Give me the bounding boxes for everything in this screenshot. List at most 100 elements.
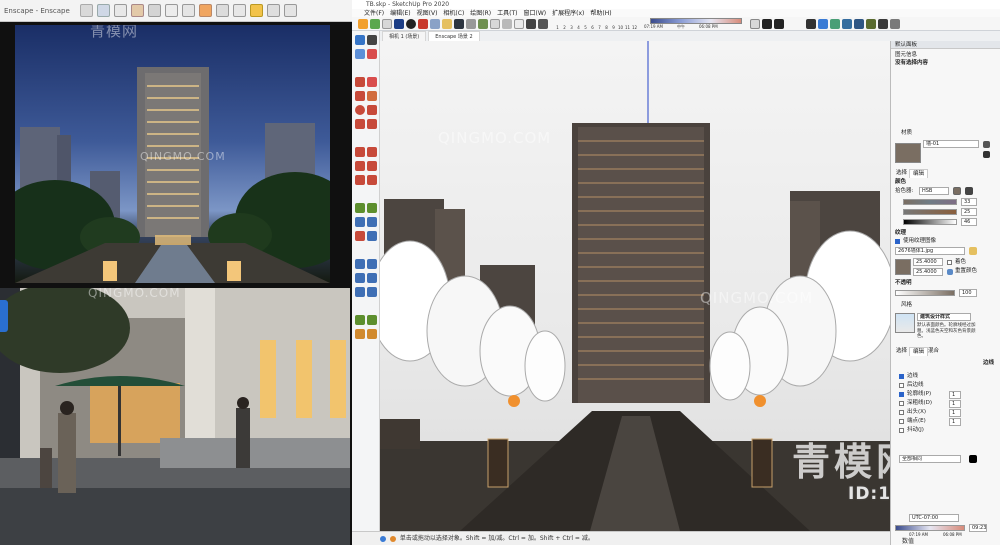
cloud-icon[interactable] [514, 18, 524, 29]
zoom-window-tool-icon[interactable] [367, 273, 377, 283]
arc2-tool-icon[interactable] [355, 119, 365, 129]
hue-slider[interactable] [903, 199, 957, 205]
materials-header[interactable]: 材质 [901, 129, 912, 137]
paint-icon[interactable] [418, 18, 428, 29]
cube-icon[interactable] [866, 18, 876, 29]
extension-checkbox[interactable] [899, 410, 904, 415]
paint-tool-icon[interactable] [367, 49, 377, 59]
arc-tool-icon[interactable] [367, 77, 377, 87]
material-name-field[interactable]: 墙-01 [923, 140, 979, 148]
component-tool-icon[interactable] [355, 49, 365, 59]
materials-tab-edit[interactable]: 编辑 [909, 169, 929, 178]
profiles-width-field[interactable]: 1 [949, 391, 961, 399]
freehand-tool-icon[interactable] [367, 91, 377, 101]
orbit-icon[interactable] [818, 18, 828, 29]
eraser-tool-icon[interactable] [367, 35, 377, 45]
line-tool-icon[interactable] [355, 77, 365, 87]
model-icon[interactable] [774, 18, 784, 29]
saturation-slider[interactable] [903, 209, 957, 215]
fit-icon[interactable] [113, 4, 127, 17]
geo-icon[interactable] [389, 535, 396, 542]
enscape-render-view[interactable]: 青模网 QINGMO.COM [15, 25, 330, 283]
capture-icon[interactable] [130, 4, 144, 17]
refresh-icon[interactable] [370, 18, 380, 29]
db-icon[interactable] [478, 18, 488, 29]
shadow-time-field[interactable]: 09:23 [969, 524, 987, 532]
cube-icon[interactable] [198, 4, 212, 17]
pushpull-tool-icon[interactable] [367, 147, 377, 157]
target-icon[interactable] [406, 18, 416, 29]
section-tool-icon[interactable] [355, 329, 365, 339]
reset-color-label[interactable]: 重置颜色 [955, 267, 977, 275]
asset-library-icon[interactable] [232, 4, 246, 17]
panorama-icon[interactable] [215, 4, 229, 17]
style-name-field[interactable]: 建筑设计样式 [917, 313, 971, 321]
previous-tool-icon[interactable] [367, 287, 377, 297]
axes-tool-icon[interactable] [355, 231, 365, 241]
material-create-icon[interactable] [983, 141, 990, 148]
materials-icon[interactable] [249, 4, 263, 17]
scene-tab-active[interactable]: Enscape 场景 2 [428, 31, 480, 41]
side-handle[interactable] [0, 300, 8, 332]
cube-icon[interactable] [830, 18, 840, 29]
shadow-time-slider[interactable] [650, 17, 742, 24]
grid-icon[interactable] [490, 18, 500, 29]
styles-tab-mix[interactable]: 混合 [925, 347, 942, 355]
opacity-slider[interactable] [895, 290, 955, 296]
video-icon[interactable] [164, 4, 178, 17]
position-camera-tool-icon[interactable] [355, 315, 365, 325]
texture-height-field[interactable]: 25.4000 [913, 268, 943, 276]
layers-icon[interactable] [382, 18, 392, 29]
undo-icon[interactable] [79, 4, 93, 17]
circle-tool-icon[interactable] [355, 105, 365, 115]
add-icon[interactable] [394, 18, 404, 29]
saturation-field[interactable]: 25 [961, 208, 977, 216]
entity-info-header[interactable]: 图元信息 [895, 51, 917, 59]
endpoints-field[interactable]: 1 [949, 418, 961, 426]
hat2-icon[interactable] [806, 18, 816, 29]
select-icon[interactable] [358, 18, 368, 29]
materials-tab-select[interactable]: 选择 [893, 169, 910, 177]
use-texture-checkbox[interactable] [895, 239, 900, 244]
camera-icon[interactable] [430, 18, 440, 29]
pan-tool-icon[interactable] [367, 259, 377, 269]
monitor-icon[interactable] [454, 18, 464, 29]
brightness-field[interactable]: 46 [961, 218, 977, 226]
cube-icon[interactable] [842, 18, 852, 29]
style-icon[interactable] [750, 18, 760, 29]
keyboard-icon[interactable] [466, 18, 476, 29]
colorize-checkbox[interactable] [947, 260, 952, 265]
section-display-icon[interactable] [367, 329, 377, 339]
table-icon[interactable] [762, 18, 772, 29]
edge-color-swatch[interactable] [969, 455, 977, 463]
brightness-slider[interactable] [903, 219, 957, 225]
edge-color-select[interactable]: 全部相同 [899, 455, 961, 463]
extension-field[interactable]: 1 [949, 409, 961, 417]
walk-tool-icon[interactable] [367, 315, 377, 325]
polygon-tool-icon[interactable] [367, 105, 377, 115]
dimension-tool-icon[interactable] [367, 203, 377, 213]
folder-icon[interactable] [969, 247, 977, 255]
zoom-extents-tool-icon[interactable] [355, 287, 365, 297]
protractor-tool-icon[interactable] [355, 217, 365, 227]
styles-header[interactable]: 风格 [901, 301, 912, 309]
color-picker-select[interactable]: HSB [919, 187, 949, 195]
cube-icon[interactable] [878, 18, 888, 29]
followme-tool-icon[interactable] [367, 161, 377, 171]
batch-icon[interactable] [147, 4, 161, 17]
zoom-tool-icon[interactable] [355, 273, 365, 283]
tape-tool-icon[interactable] [355, 203, 365, 213]
back-edges-checkbox[interactable] [899, 383, 904, 388]
select-tool-icon[interactable] [355, 35, 365, 45]
text-tool-icon[interactable] [367, 217, 377, 227]
depth-cue-field[interactable]: 1 [949, 400, 961, 408]
3dtext-tool-icon[interactable] [367, 231, 377, 241]
edges-checkbox[interactable] [899, 374, 904, 379]
opacity-field[interactable]: 100 [959, 289, 977, 297]
shadow-time-control[interactable]: 07:19 AM 中午 06:08 PM [644, 17, 742, 30]
rotate-tool-icon[interactable] [355, 161, 365, 171]
info-icon[interactable] [380, 535, 386, 542]
cube-icon[interactable] [854, 18, 864, 29]
enscape-render-view-2[interactable]: QINGMO.COM [0, 288, 350, 545]
offset-tool-icon[interactable] [367, 175, 377, 185]
